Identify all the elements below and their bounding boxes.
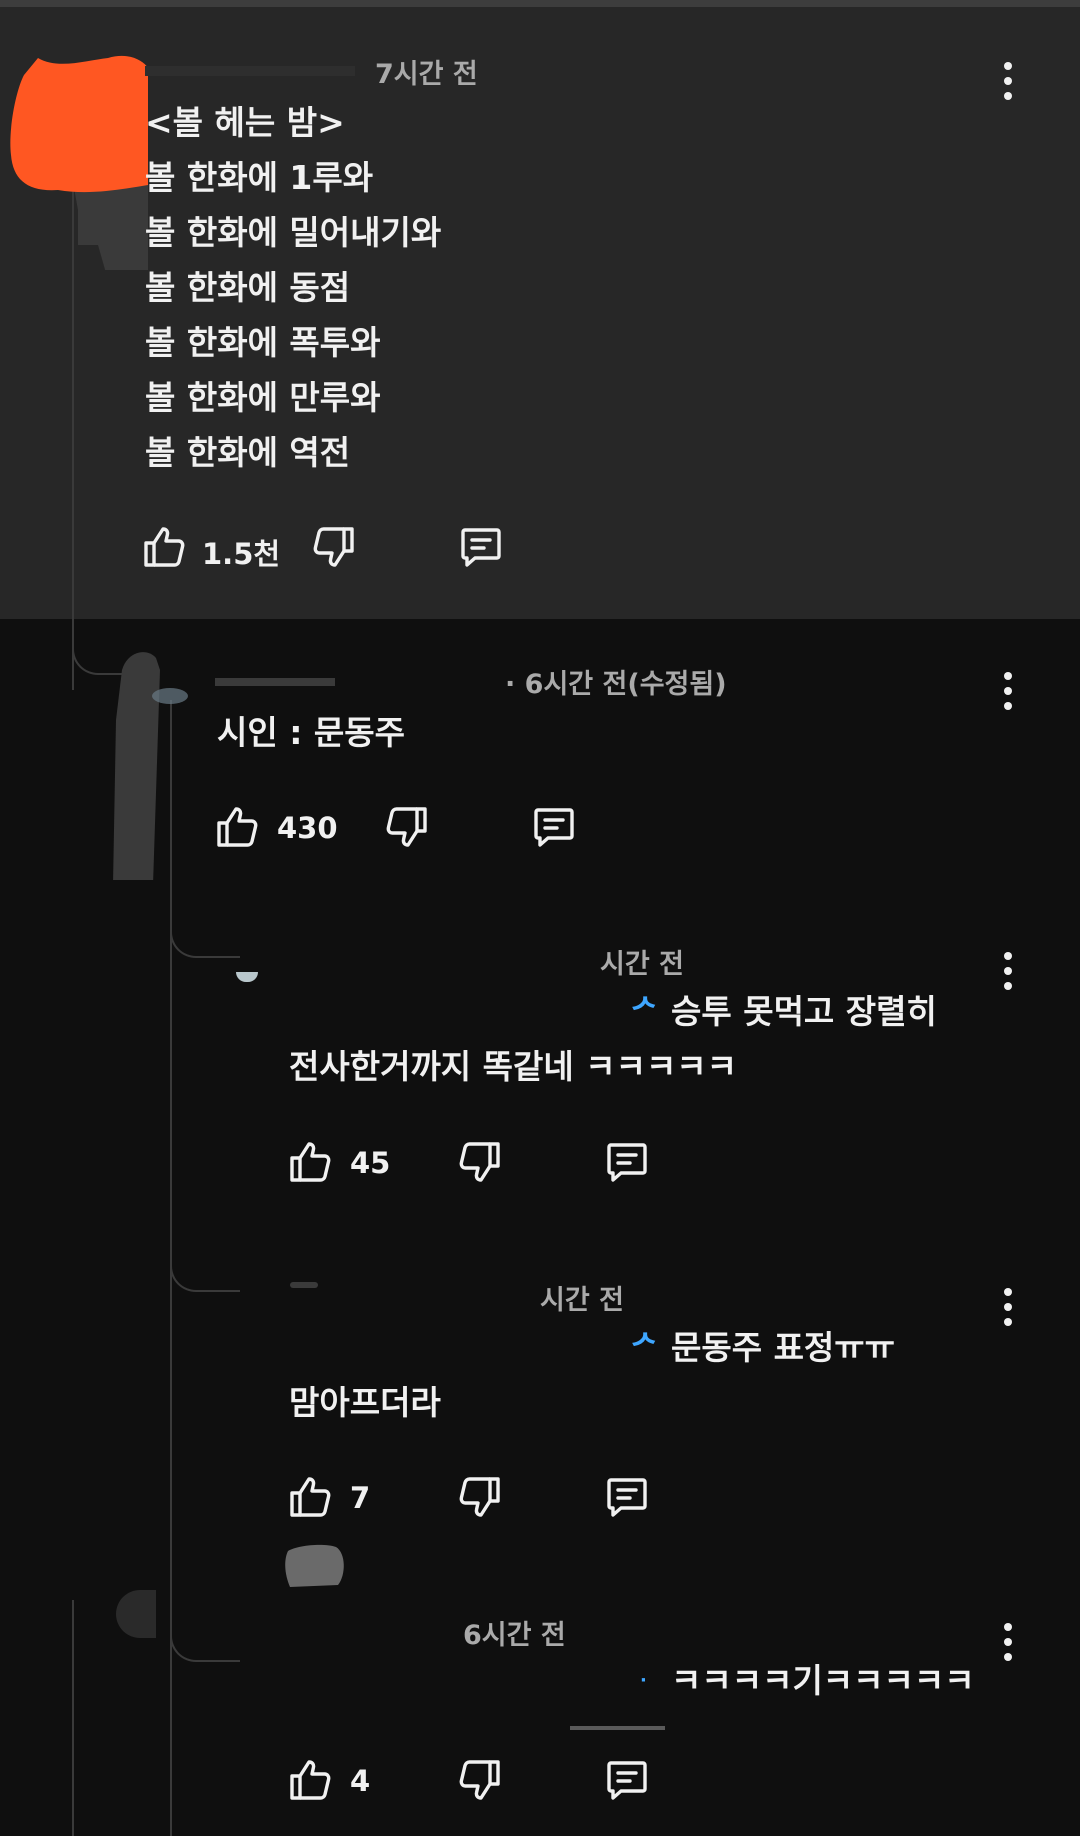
comment-timestamp: 시간 전 bbox=[540, 1285, 624, 1316]
comment-timestamp: 시간 전 bbox=[600, 949, 684, 980]
reply-button[interactable] bbox=[602, 1137, 652, 1187]
thread-line-lower bbox=[72, 1600, 74, 1836]
thumb-down-icon bbox=[386, 807, 427, 847]
comment-text: 문동주 표정ㅠㅠ 맘아프더라 bbox=[289, 1320, 895, 1430]
comment-line: ㅋㅋㅋㅋ기ㅋㅋㅋㅋㅋ bbox=[671, 1661, 975, 1700]
redacted-avatar bbox=[113, 652, 188, 880]
thumb-up-icon bbox=[144, 527, 185, 567]
thumb-up-icon bbox=[217, 807, 258, 847]
redacted-fragment bbox=[570, 1726, 665, 1730]
comment-line: 볼 한화에 만루와 bbox=[145, 378, 381, 417]
like-count: 430 bbox=[277, 811, 338, 845]
comment-text: 승투 못먹고 장렬히 전사한거까지 똑같네 ㅋㅋㅋㅋㅋ bbox=[289, 984, 937, 1094]
like-count: 1.5천 bbox=[202, 537, 281, 571]
reply-button[interactable] bbox=[456, 522, 506, 572]
thumb-down-icon bbox=[459, 1760, 500, 1800]
more-options-button[interactable] bbox=[993, 56, 1023, 106]
like-button[interactable] bbox=[286, 1755, 336, 1805]
more-options-button[interactable] bbox=[993, 1282, 1023, 1332]
redacted-avatar bbox=[285, 1544, 344, 1587]
reply-comment-icon bbox=[607, 1761, 647, 1800]
redacted-username bbox=[145, 66, 355, 76]
comment-line: 문동주 표정ㅠㅠ bbox=[671, 1328, 896, 1367]
reply-comment-icon bbox=[607, 1478, 647, 1517]
comment-line: 볼 한화에 역전 bbox=[145, 433, 351, 472]
top-divider bbox=[0, 0, 1080, 7]
comment-timestamp: 6시간 전 bbox=[463, 1620, 566, 1651]
thread-connector bbox=[170, 1590, 240, 1662]
dislike-button[interactable] bbox=[308, 522, 358, 572]
comment-line: 볼 한화에 1루와 bbox=[145, 158, 374, 197]
comment-actions: 1.5천 bbox=[140, 517, 540, 577]
dislike-button[interactable] bbox=[381, 802, 431, 852]
comment-actions: 430 bbox=[213, 797, 613, 857]
comment-thread: 7시간 전 <볼 헤는 밤> 볼 한화에 1루와 볼 한화에 밀어내기와 볼 한… bbox=[0, 0, 1080, 1836]
redacted-username bbox=[215, 678, 335, 686]
like-count: 45 bbox=[350, 1146, 391, 1180]
thread-connector bbox=[170, 1220, 240, 1292]
more-options-button[interactable] bbox=[993, 666, 1023, 716]
comment-line: 전사한거까지 똑같네 ㅋㅋㅋㅋㅋ bbox=[289, 1047, 738, 1086]
comment-line: 승투 못먹고 장렬히 bbox=[671, 992, 937, 1031]
like-count: 4 bbox=[350, 1764, 371, 1798]
comment-text: <볼 헤는 밤> 볼 한화에 1루와 볼 한화에 밀어내기와 볼 한화에 동점 … bbox=[145, 95, 441, 480]
like-button[interactable] bbox=[286, 1472, 336, 1522]
comment-text: ㅋㅋㅋㅋ기ㅋㅋㅋㅋㅋ bbox=[289, 1653, 975, 1708]
reply-button[interactable] bbox=[602, 1472, 652, 1522]
like-button[interactable] bbox=[213, 802, 263, 852]
dislike-button[interactable] bbox=[454, 1137, 504, 1187]
thumb-down-icon bbox=[459, 1142, 500, 1182]
redacted-avatar bbox=[10, 55, 148, 270]
comment-actions: 7 bbox=[286, 1467, 686, 1527]
dislike-button[interactable] bbox=[454, 1472, 504, 1522]
like-button[interactable] bbox=[286, 1137, 336, 1187]
thumb-up-icon bbox=[290, 1142, 331, 1182]
like-button[interactable] bbox=[140, 522, 190, 572]
redacted-avatar-shadow bbox=[116, 1590, 156, 1638]
more-options-button[interactable] bbox=[993, 1617, 1023, 1667]
reply-comment-icon bbox=[461, 528, 501, 567]
redacted-username bbox=[290, 1282, 318, 1288]
comment-text: 시인 : 문동주 bbox=[217, 705, 405, 760]
comment-line: 볼 한화에 밀어내기와 bbox=[145, 213, 442, 252]
thumb-down-icon bbox=[313, 527, 354, 567]
comment-line: 볼 한화에 동점 bbox=[145, 268, 351, 307]
comment-timestamp: 7시간 전 bbox=[375, 59, 478, 90]
reply-button[interactable] bbox=[602, 1755, 652, 1805]
comment-line: 시인 : 문동주 bbox=[217, 713, 405, 752]
dislike-button[interactable] bbox=[454, 1755, 504, 1805]
comment-actions: 4 bbox=[286, 1750, 686, 1810]
more-options-button[interactable] bbox=[993, 946, 1023, 996]
reply-comment-icon bbox=[607, 1143, 647, 1182]
comment-line: 볼 한화에 폭투와 bbox=[145, 323, 381, 362]
thumb-up-icon bbox=[290, 1760, 331, 1800]
thumb-up-icon bbox=[290, 1477, 331, 1517]
comment-line: <볼 헤는 밤> bbox=[145, 103, 345, 142]
like-count: 7 bbox=[350, 1481, 371, 1515]
comment-actions: 45 bbox=[286, 1132, 686, 1192]
reply-button[interactable] bbox=[529, 802, 579, 852]
avatar bbox=[236, 972, 258, 982]
thumb-down-icon bbox=[459, 1477, 500, 1517]
comment-line: 맘아프더라 bbox=[289, 1383, 441, 1422]
comment-timestamp: · 6시간 전(수정됨) bbox=[505, 669, 727, 700]
reply-comment-icon bbox=[534, 808, 574, 847]
thread-connector bbox=[170, 890, 240, 958]
